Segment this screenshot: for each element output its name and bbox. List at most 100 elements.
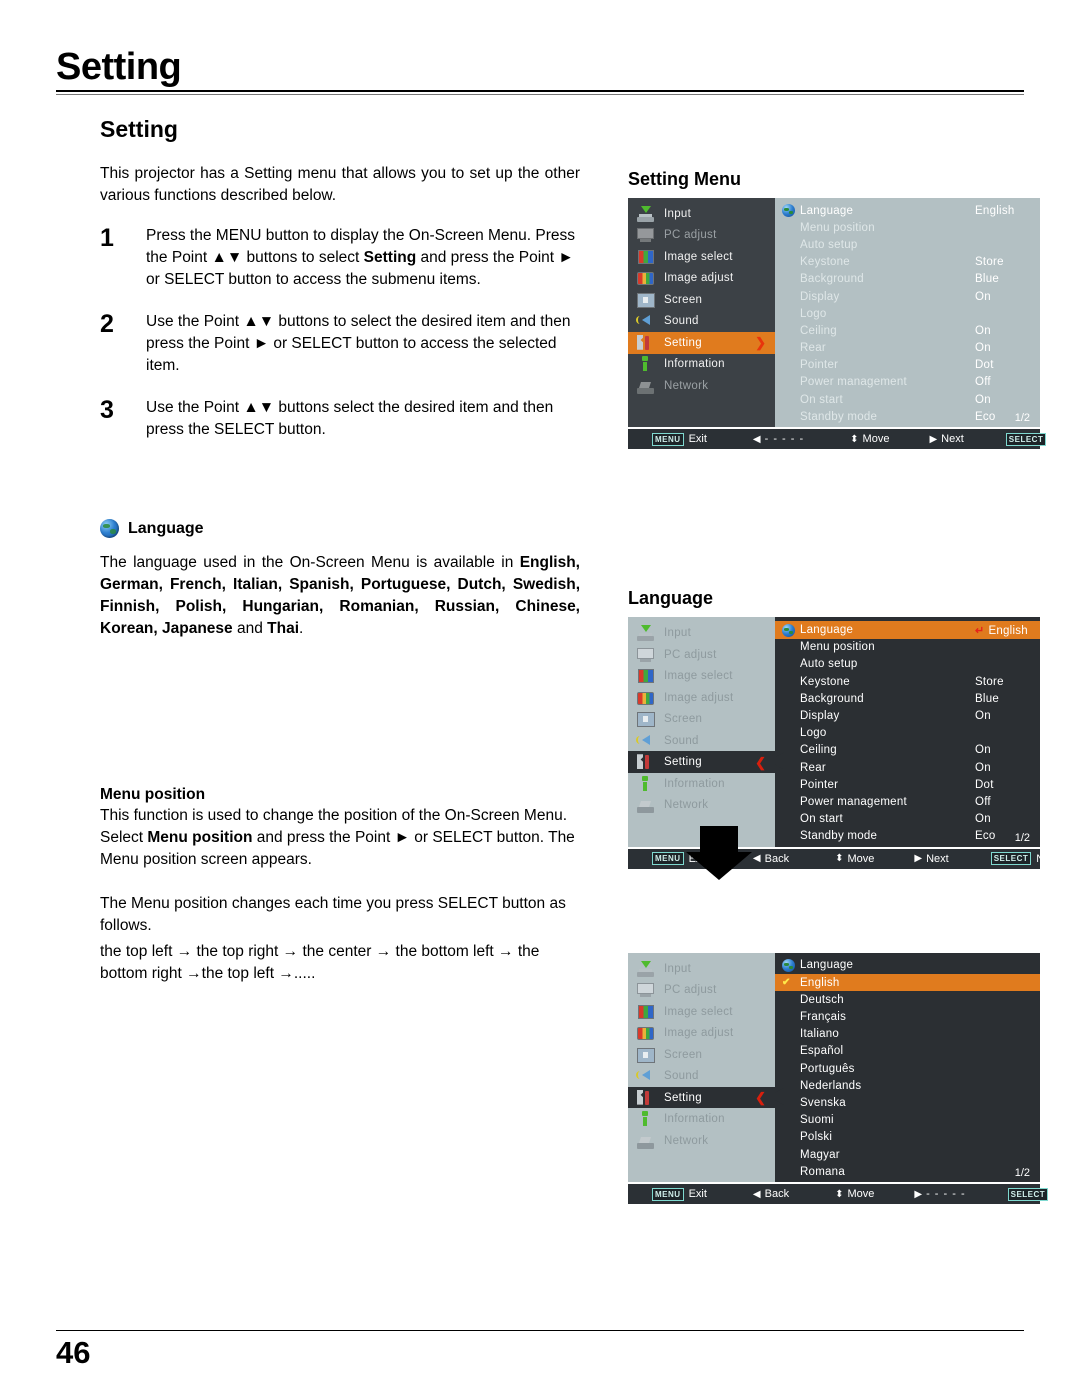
sidebar-item-network[interactable]: Network (628, 1130, 775, 1152)
guide-back[interactable]: ◀ - - - - - (753, 433, 804, 445)
sidebar-item-image-adjust[interactable]: Image adjust (628, 268, 775, 290)
guide-move[interactable]: ⬍ Move (835, 1188, 874, 1200)
setting-row-background[interactable]: Background Blue (775, 690, 1040, 707)
setting-row-label: Auto setup (800, 658, 858, 671)
sidebar-item-image-adjust[interactable]: Image adjust (628, 1022, 775, 1044)
setting-row-language[interactable]: Language English (775, 202, 1040, 219)
sidebar-item-network[interactable]: Network (628, 794, 775, 816)
sidebar-item-sound[interactable]: Sound (628, 730, 775, 752)
guide-back[interactable]: ◀ Back (753, 1188, 789, 1200)
language-option-english[interactable]: ✔ English (775, 974, 1040, 992)
language-option-polski[interactable]: Polski (775, 1129, 1040, 1146)
sidebar-item-sound[interactable]: Sound (628, 311, 775, 333)
intro-paragraph: This projector has a Setting menu that a… (100, 165, 580, 204)
language-tail-thai: Thai (267, 620, 300, 637)
setting-row-on-start[interactable]: On start On (775, 811, 1040, 828)
setting-row-auto-setup[interactable]: Auto setup (775, 656, 1040, 673)
language-option-suomi[interactable]: Suomi (775, 1112, 1040, 1129)
sidebar-item-pc-adjust[interactable]: PC adjust (628, 979, 775, 1001)
setting-row-label: Pointer (800, 359, 839, 372)
sidebar-item-setting[interactable]: Setting ❯ (628, 332, 775, 354)
setting-row-logo[interactable]: Logo (775, 305, 1040, 322)
guide-exit[interactable]: MENU Exit (652, 432, 707, 446)
setting-row-auto-setup[interactable]: Auto setup (775, 236, 1040, 253)
sound-icon (636, 1068, 655, 1084)
sidebar-item-screen[interactable]: Screen (628, 289, 775, 311)
guide-move-label: Move (847, 852, 875, 865)
setting-row-background[interactable]: Background Blue (775, 271, 1040, 288)
setting-row-display[interactable]: Display On (775, 288, 1040, 305)
language-option-magyar[interactable]: Magyar (775, 1146, 1040, 1163)
language-option-nederlands[interactable]: Nederlands (775, 1077, 1040, 1094)
setting-row-rear[interactable]: Rear On (775, 759, 1040, 776)
osd-guide-bar: MENU Exit ◀ - - - - - ⬍ Move ▶ Next SELECT Ne… (628, 427, 1074, 450)
guide-next[interactable]: ▶ Next (929, 433, 963, 445)
language-option-label: Nederlands (800, 1079, 862, 1092)
language-option-label: Español (800, 1045, 844, 1058)
language-option-italiano[interactable]: Italiano (775, 1026, 1040, 1043)
sidebar-item-screen[interactable]: Screen (628, 708, 775, 730)
setting-row-on-start[interactable]: On start On (775, 391, 1040, 408)
setting-row-label: Standby mode (800, 410, 878, 423)
sidebar-item-pc-adjust[interactable]: PC adjust (628, 644, 775, 666)
sidebar-item-input[interactable]: Input (628, 203, 775, 225)
setting-row-power-management[interactable]: Power management Off (775, 793, 1040, 810)
page-footer: 46 (56, 1330, 1024, 1368)
guide-select[interactable]: SELECT Next (1005, 432, 1074, 446)
sidebar-item-information[interactable]: Information (628, 354, 775, 376)
menu-position-paragraph-2: The Menu position changes each time you … (100, 895, 566, 934)
language-option-romana[interactable]: Romana (775, 1163, 1040, 1180)
sidebar-item-sound[interactable]: Sound (628, 1065, 775, 1087)
guide-next[interactable]: ▶ Next (914, 853, 948, 865)
guide-select[interactable]: SELECT Next (990, 852, 1059, 866)
sidebar-item-image-adjust[interactable]: Image adjust (628, 687, 775, 709)
guide-select[interactable]: SELECT Select (1007, 1187, 1080, 1201)
sidebar-item-label: Input (664, 627, 692, 640)
language-option-label: Svenska (800, 1096, 846, 1109)
language-option-portugues[interactable]: Português (775, 1060, 1040, 1077)
language-option-svenska[interactable]: Svenska (775, 1094, 1040, 1111)
setting-row-language[interactable]: Language ↵ English (775, 621, 1040, 639)
sidebar-item-label: Image select (664, 250, 733, 263)
information-icon (636, 775, 655, 792)
sidebar-item-input[interactable]: Input (628, 622, 775, 644)
menu-position-section: Menu position This function is used to c… (100, 786, 580, 985)
guide-exit[interactable]: MENU Exit (652, 1187, 707, 1201)
sidebar-item-information[interactable]: Information (628, 1108, 775, 1130)
setting-row-menu-position[interactable]: Menu position (775, 639, 1040, 656)
sidebar-item-pc-adjust[interactable]: PC adjust (628, 225, 775, 247)
sidebar-item-input[interactable]: Input (628, 958, 775, 980)
sidebar-item-setting[interactable]: Setting ❮ (628, 1086, 775, 1109)
setting-row-standby-mode[interactable]: Standby mode Eco (775, 408, 1040, 425)
setting-row-power-management[interactable]: Power management Off (775, 374, 1040, 391)
setting-row-rear[interactable]: Rear On (775, 340, 1040, 357)
setting-row-standby-mode[interactable]: Standby mode Eco (775, 828, 1040, 845)
language-option-deutsch[interactable]: Deutsch (775, 991, 1040, 1008)
guide-next[interactable]: ▶ - - - - - (914, 1188, 965, 1200)
setting-row-value: On (975, 290, 991, 303)
setting-row-ceiling[interactable]: Ceiling On (775, 322, 1040, 339)
sidebar-item-screen[interactable]: Screen (628, 1044, 775, 1066)
sidebar-item-image-select[interactable]: Image select (628, 246, 775, 268)
sidebar-item-network[interactable]: Network (628, 375, 775, 397)
guide-move[interactable]: ⬍ Move (850, 433, 889, 445)
sidebar-item-image-select[interactable]: Image select (628, 665, 775, 687)
setting-row-keystone[interactable]: Keystone Store (775, 673, 1040, 690)
guide-back[interactable]: ◀ Back (753, 853, 789, 865)
setting-row-ceiling[interactable]: Ceiling On (775, 742, 1040, 759)
setting-row-pointer[interactable]: Pointer Dot (775, 357, 1040, 374)
sidebar-item-image-select[interactable]: Image select (628, 1001, 775, 1023)
setting-row-pointer[interactable]: Pointer Dot (775, 776, 1040, 793)
setting-row-label: Keystone (800, 675, 850, 688)
setting-row-display[interactable]: Display On (775, 707, 1040, 724)
sidebar-item-information[interactable]: Information (628, 773, 775, 795)
language-option-espanol[interactable]: Español (775, 1043, 1040, 1060)
setting-row-menu-position[interactable]: Menu position (775, 219, 1040, 236)
setting-row-label: Language (800, 624, 854, 637)
setting-row-keystone[interactable]: Keystone Store (775, 254, 1040, 271)
language-option-francais[interactable]: Français (775, 1008, 1040, 1025)
sidebar-item-setting[interactable]: Setting ❮ (628, 751, 775, 773)
setting-row-logo[interactable]: Logo (775, 725, 1040, 742)
setting-row-label: Power management (800, 376, 907, 389)
guide-move[interactable]: ⬍ Move (835, 853, 874, 865)
